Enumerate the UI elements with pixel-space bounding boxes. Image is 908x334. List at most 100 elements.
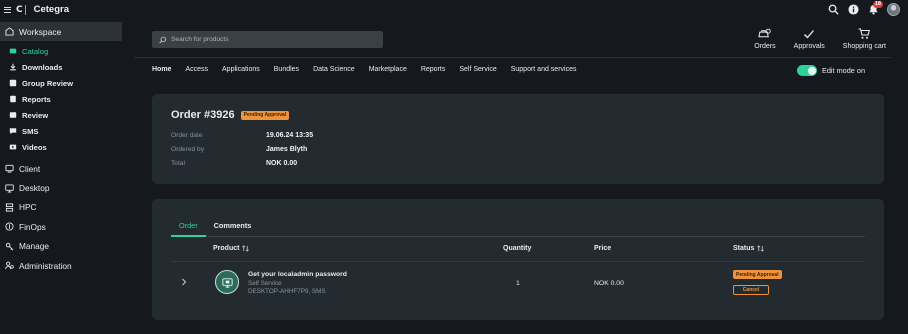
check-icon <box>804 30 815 39</box>
sidebar-item-label: Desktop <box>19 183 50 194</box>
status-badge: Pending Approval <box>733 270 782 279</box>
nav-access[interactable]: Access <box>185 66 208 73</box>
cancel-button[interactable]: Cancel <box>733 285 769 295</box>
sidebar-item-desktop[interactable]: Desktop <box>0 178 122 197</box>
search-input[interactable]: Search for products <box>152 31 383 48</box>
nav-self-service[interactable]: Self Service <box>459 66 496 73</box>
quantity-cell: 1 <box>516 280 520 287</box>
sidebar-item-label: Videos <box>22 142 47 152</box>
product-category: Self Service <box>248 280 282 287</box>
product-icon <box>215 270 239 294</box>
desktop-icon <box>5 184 14 193</box>
reports-icon <box>8 95 17 104</box>
edit-mode-toggle[interactable] <box>797 65 817 76</box>
review-icon <box>8 111 17 120</box>
sidebar-item-label: FinOps <box>19 221 46 232</box>
tab-comments[interactable]: Comments <box>206 221 260 237</box>
orders-icon <box>758 28 772 38</box>
nav-home[interactable]: Home <box>152 66 171 73</box>
orders-button[interactable]: Orders <box>754 28 776 50</box>
approvals-button[interactable]: Approvals <box>794 28 825 50</box>
workspace-icon <box>5 27 14 36</box>
finops-icon <box>5 222 14 231</box>
order-items-card: Order Comments Product Quantity Price St… <box>152 199 884 320</box>
product-name: Get your localadmin password <box>248 271 347 278</box>
sidebar-item-finops[interactable]: FinOps <box>0 217 122 236</box>
sidebar-item-manage[interactable]: Manage <box>0 237 122 256</box>
shopping-cart-label: Shopping cart <box>842 43 886 50</box>
download-icon <box>8 63 17 72</box>
sidebar: Workspace Catalog Downloads Group Review… <box>0 22 122 275</box>
hpc-icon <box>5 203 14 212</box>
column-label: Status <box>733 245 755 252</box>
order-summary-card: Order #3926 Pending Approval Order date … <box>152 94 884 184</box>
order-date-value: 19.06.24 13:35 <box>266 132 314 139</box>
nav-reports[interactable]: Reports <box>421 66 446 73</box>
approvals-label: Approvals <box>793 43 825 50</box>
column-header-quantity: Quantity <box>503 245 531 252</box>
order-title: Order #3926 Pending Approval <box>171 109 290 121</box>
shopping-cart-button[interactable]: Shopping cart <box>843 28 886 50</box>
menu-icon[interactable] <box>4 6 11 13</box>
sidebar-item-label: Client <box>19 163 41 174</box>
price-cell: NOK 0.00 <box>594 280 624 287</box>
sidebar-item-workspace[interactable]: Workspace <box>0 22 122 41</box>
manage-icon <box>5 242 14 251</box>
product-detail: DESKTOP-AHHF7P9, SMS <box>248 288 326 295</box>
notification-badge: 18 <box>872 0 883 8</box>
sidebar-item-downloads[interactable]: Downloads <box>0 59 122 75</box>
sidebar-item-label: Manage <box>19 241 49 252</box>
sidebar-item-administration[interactable]: Administration <box>0 256 122 275</box>
nav-applications[interactable]: Applications <box>222 66 260 73</box>
total-label: Total <box>171 160 185 167</box>
sidebar-item-review[interactable]: Review <box>0 107 122 123</box>
sidebar-item-label: Reports <box>22 94 51 104</box>
sidebar-item-label: Catalog <box>22 46 49 56</box>
column-header-status[interactable]: Status <box>733 245 765 252</box>
catalog-icon <box>8 47 17 56</box>
brand[interactable]: C Cetegra <box>4 4 69 15</box>
sidebar-item-videos[interactable]: Videos <box>0 139 122 155</box>
sidebar-item-group-review[interactable]: Group Review <box>0 75 122 91</box>
info-icon[interactable] <box>847 4 859 16</box>
nav-marketplace[interactable]: Marketplace <box>369 66 407 73</box>
app-name: Cetegra <box>33 4 69 15</box>
nav-bundles[interactable]: Bundles <box>274 66 299 73</box>
search-icon[interactable] <box>827 4 839 16</box>
chevron-right-icon[interactable] <box>181 278 187 286</box>
sidebar-item-label: Downloads <box>22 62 63 72</box>
status-badge: Pending Approval <box>240 110 290 120</box>
divider <box>134 57 891 58</box>
divider <box>171 261 865 262</box>
column-label: Quantity <box>503 245 532 252</box>
sidebar-item-label: HPC <box>19 202 37 213</box>
column-label: Product <box>213 245 240 252</box>
tab-order[interactable]: Order <box>171 221 206 237</box>
sidebar-item-client[interactable]: Client <box>0 159 122 178</box>
sidebar-item-hpc[interactable]: HPC <box>0 198 122 217</box>
cart-icon <box>858 28 871 39</box>
order-number: Order #3926 <box>171 109 235 121</box>
edit-mode-label: Edit mode on <box>822 66 865 75</box>
sidebar-item-label: Administration <box>19 260 72 271</box>
nav-support-and-services[interactable]: Support and services <box>511 66 577 73</box>
sms-icon <box>8 127 17 136</box>
ordered-by-value: James Blyth <box>266 146 308 153</box>
column-header-product[interactable]: Product <box>213 245 250 252</box>
group-review-icon <box>8 79 17 88</box>
sidebar-item-label: SMS <box>22 126 39 136</box>
nav-data-science[interactable]: Data Science <box>313 66 355 73</box>
logo: C <box>16 4 29 15</box>
avatar[interactable] <box>887 3 900 16</box>
sidebar-item-sms[interactable]: SMS <box>0 123 122 139</box>
client-icon <box>5 164 14 173</box>
sidebar-item-reports[interactable]: Reports <box>0 91 122 107</box>
column-label: Price <box>594 245 612 252</box>
edit-mode: Edit mode on <box>797 65 865 76</box>
sidebar-item-catalog[interactable]: Catalog <box>0 43 122 59</box>
top-icons: 18 <box>827 0 900 16</box>
main-nav: Home Access Applications Bundles Data Sc… <box>152 66 590 73</box>
sidebar-item-label: Group Review <box>22 78 74 88</box>
orders-label: Orders <box>754 43 776 50</box>
notifications-icon[interactable]: 18 <box>867 0 883 16</box>
